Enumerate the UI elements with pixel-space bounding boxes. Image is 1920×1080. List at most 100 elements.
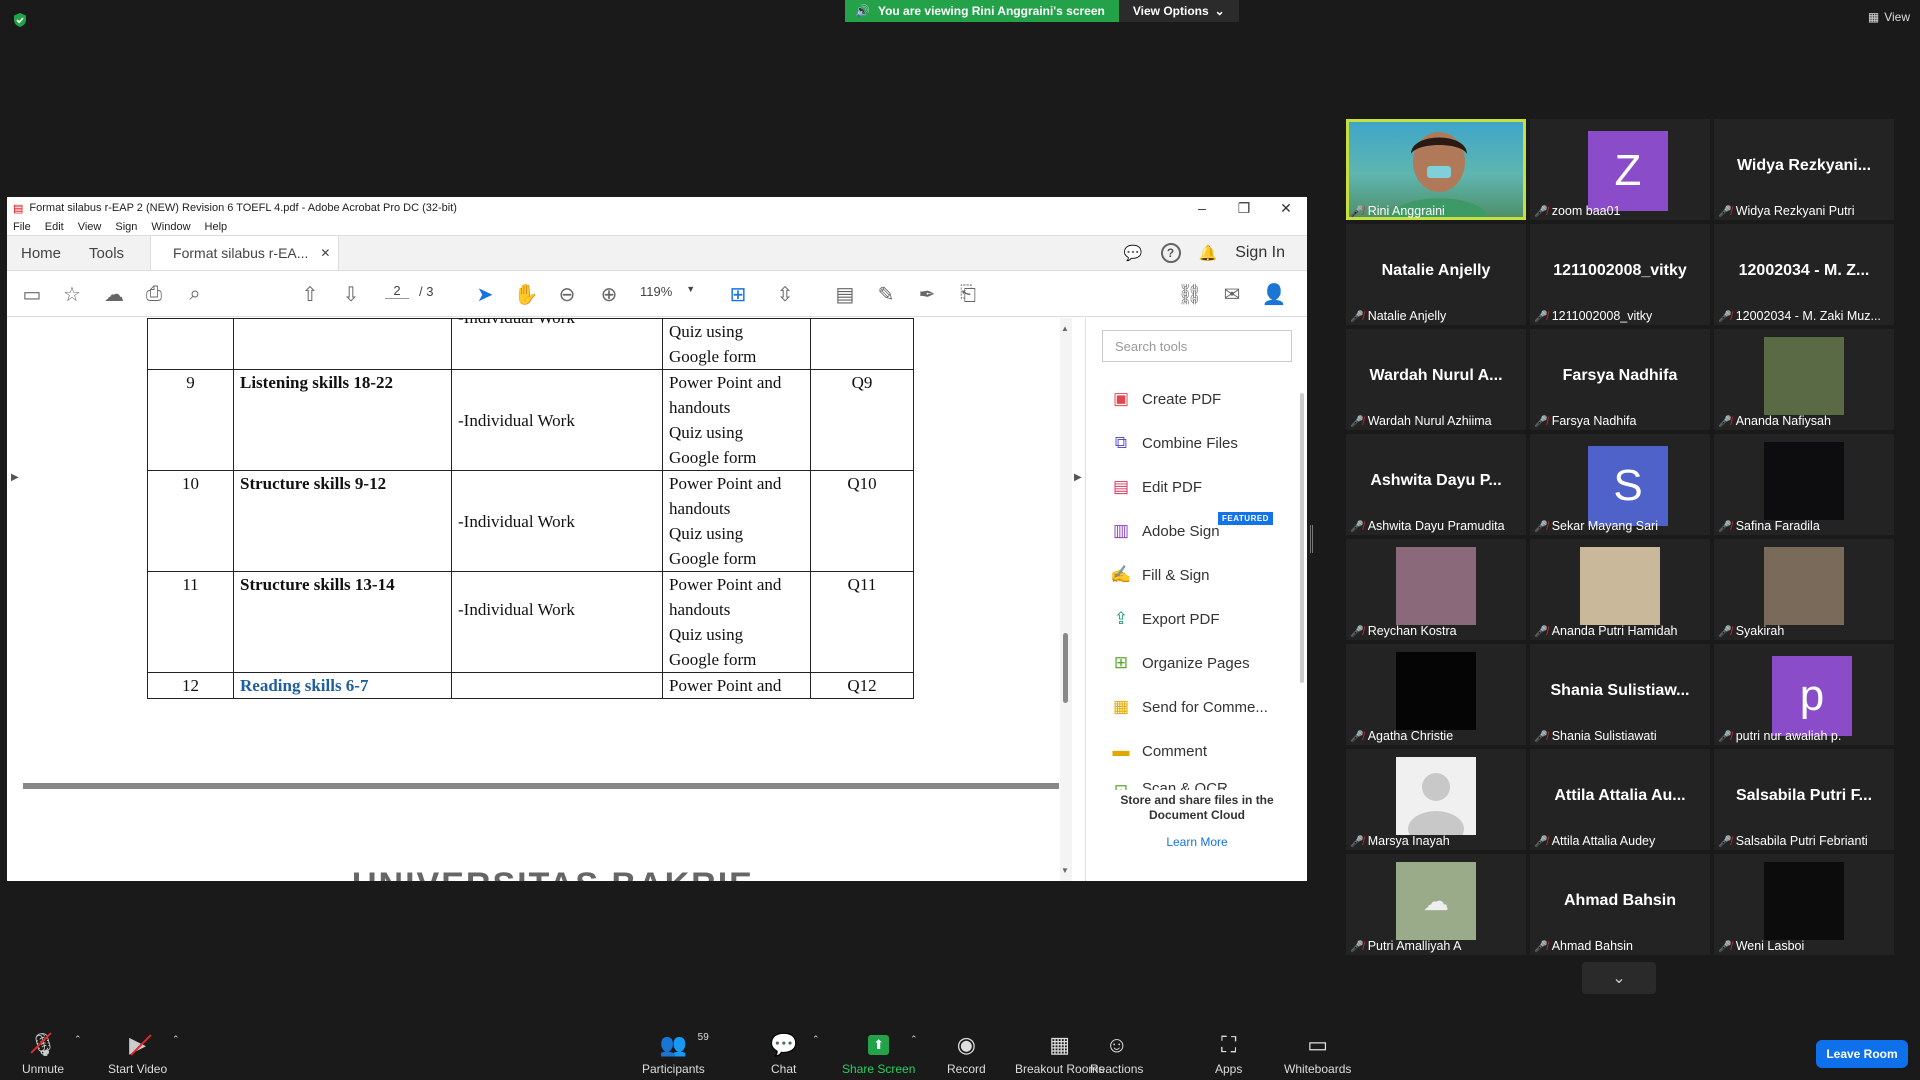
highlight-pen-icon[interactable]: ✎	[873, 281, 899, 307]
whiteboards-button[interactable]: ▭ Whiteboards	[1284, 1032, 1351, 1076]
comment-icon[interactable]: ▤	[832, 281, 858, 307]
share-screen-button[interactable]: ⬆ Share Screen	[842, 1032, 915, 1076]
cloud-upload-icon[interactable]: ☁	[101, 281, 127, 307]
stamp-icon[interactable]: ⎗	[955, 281, 981, 307]
tool-send-for-comment[interactable]: ▦ Send for Comme...	[1110, 696, 1268, 718]
participant-tile[interactable]: 🎤̸ Syakirah	[1714, 539, 1894, 640]
page-fit-icon[interactable]: ⊞	[725, 281, 751, 307]
help-icon[interactable]: ?	[1160, 243, 1181, 263]
sign-pen-icon[interactable]: ✒	[914, 281, 940, 307]
participant-tile[interactable]: 🎤̸ Ananda Nafiysah	[1714, 329, 1894, 430]
participant-tile[interactable]: Ashwita Dayu P... 🎤̸ Ashwita Dayu Pramudit…	[1346, 434, 1526, 535]
scroll-mode-icon[interactable]: ⇳	[772, 281, 798, 307]
tool-edit-pdf[interactable]: ▤ Edit PDF	[1110, 476, 1202, 498]
participant-tile[interactable]: 1211002008_vitky 🎤̸ 1211002008_vitky	[1530, 224, 1710, 325]
tab-document[interactable]: Format silabus r-EA... ✕	[150, 236, 340, 270]
learn-more-link[interactable]: Learn More	[1100, 835, 1294, 850]
right-panel-toggle-icon[interactable]: ▶	[1074, 472, 1082, 483]
participants-button[interactable]: 👥 59 Participants	[642, 1032, 709, 1076]
participant-tile[interactable]: 12002034 - M. Z... 🎤̸ 12002034 - M. Zaki M…	[1714, 224, 1894, 325]
participant-tile[interactable]: Salsabila Putri F... 🎤̸ Salsabila Putri Fe…	[1714, 749, 1894, 850]
participant-tile[interactable]: Shania Sulistiaw... 🎤̸ Shania Sulistiawati	[1530, 644, 1710, 745]
tool-organize-pages[interactable]: ⊞ Organize Pages	[1110, 652, 1250, 674]
add-user-icon[interactable]: 👤	[1261, 281, 1287, 307]
participant-tile[interactable]: Natalie Anjelly 🎤̸ Natalie Anjelly	[1346, 224, 1526, 325]
audio-options-caret-icon[interactable]: ⌃	[74, 1034, 82, 1045]
participant-tile[interactable]: 🎤̸ Agatha Christie	[1346, 644, 1526, 745]
scrollbar-thumb[interactable]	[1063, 633, 1068, 703]
restore-icon[interactable]: ❐	[1223, 200, 1265, 217]
tools-scrollbar[interactable]	[1300, 393, 1304, 683]
gallery-next-page-button[interactable]: ⌄	[1582, 962, 1656, 994]
scroll-up-icon[interactable]: ▲	[1061, 324, 1069, 333]
tool-export-pdf[interactable]: ⇪ Export PDF	[1110, 608, 1220, 630]
participant-tile[interactable]: 🎤̸ Weni Lasboi	[1714, 854, 1894, 955]
share-options-caret-icon[interactable]: ⌃	[910, 1034, 918, 1045]
panel-resize-handle[interactable]	[1310, 525, 1313, 553]
menu-file[interactable]: File	[13, 221, 31, 233]
participant-tile[interactable]: 🎤̸ Reychan Kostra	[1346, 539, 1526, 640]
record-button[interactable]: ◉ Record	[947, 1032, 986, 1076]
view-layout-button[interactable]: ▦ View	[1868, 10, 1910, 24]
video-options-caret-icon[interactable]: ⌃	[172, 1034, 180, 1045]
apps-button[interactable]: ⛶ Apps	[1215, 1032, 1242, 1076]
left-panel-toggle-icon[interactable]: ▶	[11, 472, 19, 483]
security-shield-icon[interactable]	[12, 12, 28, 28]
leave-room-button[interactable]: Leave Room	[1816, 1040, 1908, 1068]
hand-tool-icon[interactable]: ✋	[513, 281, 539, 307]
search-tools-input[interactable]: Search tools	[1102, 330, 1292, 362]
email-icon[interactable]: ✉	[1219, 281, 1245, 307]
tab-tools[interactable]: Tools	[75, 236, 138, 270]
close-tab-icon[interactable]: ✕	[320, 246, 330, 260]
page-down-icon[interactable]: ⇩	[338, 281, 364, 307]
sign-in-button[interactable]: Sign In	[1235, 244, 1285, 262]
page-number-input[interactable]: 2	[385, 283, 409, 299]
start-video-button[interactable]: ▶ Start Video	[108, 1032, 167, 1076]
zoom-out-icon[interactable]: ⊖	[554, 281, 580, 307]
tool-scan-ocr[interactable]: ⊡Scan & OCR	[1110, 780, 1228, 790]
tool-fill-sign[interactable]: ✍ Fill & Sign	[1110, 564, 1209, 586]
minimize-icon[interactable]: –	[1181, 200, 1223, 217]
tool-comment[interactable]: ▬ Comment	[1110, 740, 1208, 762]
tab-home[interactable]: Home	[7, 236, 75, 270]
select-cursor-icon[interactable]: ➤	[472, 281, 498, 307]
participant-tile[interactable]: 🎤̸ Marsya Inayah	[1346, 749, 1526, 850]
participant-tile[interactable]: 🎤̸ Rini Anggraini	[1346, 119, 1526, 220]
menu-sign[interactable]: Sign	[115, 221, 137, 233]
chat-options-caret-icon[interactable]: ⌃	[812, 1034, 820, 1045]
page-up-icon[interactable]: ⇧	[297, 281, 323, 307]
tool-adobe-sign[interactable]: ▥ Adobe Sign	[1110, 520, 1220, 542]
close-icon[interactable]: ✕	[1265, 200, 1307, 217]
participant-tile[interactable]: Farsya Nadhifa 🎤̸ Farsya Nadhifa	[1530, 329, 1710, 430]
menu-edit[interactable]: Edit	[45, 221, 64, 233]
reactions-button[interactable]: ☺ Reactions	[1090, 1032, 1143, 1076]
save-icon[interactable]: ▭	[19, 281, 45, 307]
document-scrollbar[interactable]: ▲ ▼	[1060, 318, 1072, 881]
participant-tile[interactable]: Ahmad Bahsin 🎤̸ Ahmad Bahsin	[1530, 854, 1710, 955]
share-link-icon[interactable]: ⛓	[1177, 281, 1203, 307]
participant-tile[interactable]: Wardah Nurul A... 🎤̸ Wardah Nurul Azhiima	[1346, 329, 1526, 430]
scroll-down-icon[interactable]: ▼	[1061, 866, 1069, 875]
participant-tile[interactable]: 🎤̸ Safina Faradila	[1714, 434, 1894, 535]
participant-tile[interactable]: Widya Rezkyani... 🎤̸ Widya Rezkyani Putri	[1714, 119, 1894, 220]
menu-help[interactable]: Help	[205, 221, 228, 233]
comment-bubble-icon[interactable]: 💬	[1124, 244, 1143, 262]
participant-tile[interactable]: p 🎤̸ putri nur awaliah p.	[1714, 644, 1894, 745]
star-icon[interactable]: ☆	[59, 281, 85, 307]
unmute-button[interactable]: 🎙 Unmute	[22, 1032, 64, 1076]
menu-view[interactable]: View	[78, 221, 102, 233]
tool-combine-files[interactable]: ⧉ Combine Files	[1110, 432, 1238, 454]
menu-window[interactable]: Window	[151, 221, 190, 233]
participant-tile[interactable]: Z 🎤̸ zoom baa01	[1530, 119, 1710, 220]
pdf-page-view[interactable]: -Individual Work Quiz usingGoogle form 9…	[7, 318, 1059, 881]
search-zoom-icon[interactable]: ⌕	[182, 281, 208, 307]
bell-icon[interactable]: 🔔	[1199, 244, 1218, 262]
view-options-button[interactable]: View Options ⌄	[1118, 0, 1239, 22]
chat-button[interactable]: 💬 Chat	[770, 1032, 797, 1076]
participant-tile[interactable]: S 🎤̸ Sekar Mayang Sari	[1530, 434, 1710, 535]
print-icon[interactable]: ⎙	[141, 281, 167, 307]
participant-tile[interactable]: Attila Attalia Au... 🎤̸ Attila Attalia Aud…	[1530, 749, 1710, 850]
participant-tile[interactable]: 🎤̸ Ananda Putri Hamidah	[1530, 539, 1710, 640]
tool-create-pdf[interactable]: ▣ Create PDF	[1110, 388, 1221, 410]
zoom-in-icon[interactable]: ⊕	[596, 281, 622, 307]
